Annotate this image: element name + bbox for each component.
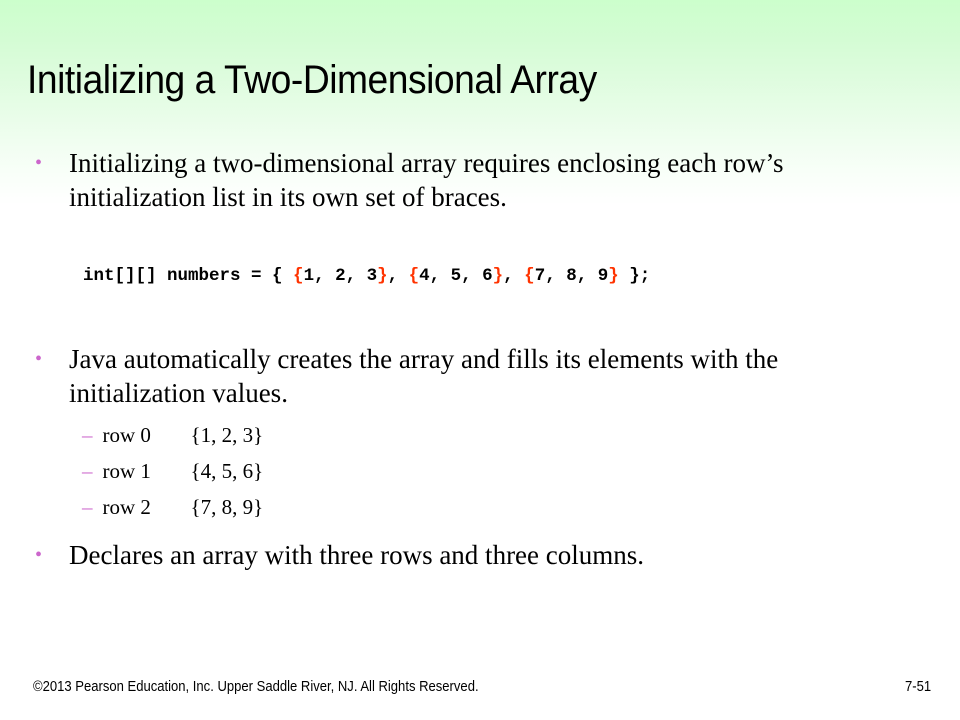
bullet-text: Initializing a two-dimensional array req… xyxy=(69,148,784,212)
bullet-item: • Java automatically creates the array a… xyxy=(35,342,895,410)
code-suffix: }; xyxy=(618,266,651,286)
code-brace-close: } xyxy=(377,266,388,286)
page-number: 7-51 xyxy=(905,679,932,695)
row-label: row 1 xyxy=(102,459,151,483)
code-snippet: int[][] numbers = { {1, 2, 3}, {4, 5, 6}… xyxy=(83,266,650,286)
row-value: {4, 5, 6} xyxy=(190,459,264,483)
code-separator: , xyxy=(503,266,525,286)
code-brace-close: } xyxy=(608,266,619,286)
row-value: {7, 8, 9} xyxy=(190,495,264,519)
row-label: row 0 xyxy=(102,423,151,447)
code-group: 1, 2, 3 xyxy=(303,266,378,286)
bullet-icon: • xyxy=(35,544,43,566)
code-brace-open: { xyxy=(293,266,304,286)
code-separator: , xyxy=(387,266,409,286)
code-brace-close: } xyxy=(492,266,504,286)
bullet-item: • Declares an array with three rows and … xyxy=(35,538,895,572)
code-group: 7, 8, 9 xyxy=(534,266,609,286)
dash-icon: – xyxy=(82,459,93,483)
bullet-icon: • xyxy=(35,348,43,370)
row-value: {1, 2, 3} xyxy=(190,423,264,447)
sub-item: – row 2 {7, 8, 9} xyxy=(82,495,263,520)
code-brace-open: { xyxy=(408,266,420,286)
sub-item: – row 1 {4, 5, 6} xyxy=(82,459,263,484)
bullet-icon: • xyxy=(35,152,43,174)
row-label: row 2 xyxy=(102,495,151,519)
footer-copyright: ©2013 Pearson Education, Inc. Upper Sadd… xyxy=(33,679,479,695)
code-prefix: int[][] numbers = { xyxy=(83,266,294,286)
bullet-item: • Initializing a two-dimensional array r… xyxy=(35,146,895,214)
code-group: 4, 5, 6 xyxy=(419,266,493,286)
dash-icon: – xyxy=(82,495,93,519)
bullet-text: Java automatically creates the array and… xyxy=(69,344,779,408)
sub-item: – row 0 {1, 2, 3} xyxy=(82,423,263,448)
bullet-text: Declares an array with three rows and th… xyxy=(69,540,645,570)
slide-title: Initializing a Two-Dimensional Array xyxy=(27,58,597,102)
code-brace-open: { xyxy=(524,266,535,286)
dash-icon: – xyxy=(82,423,93,447)
